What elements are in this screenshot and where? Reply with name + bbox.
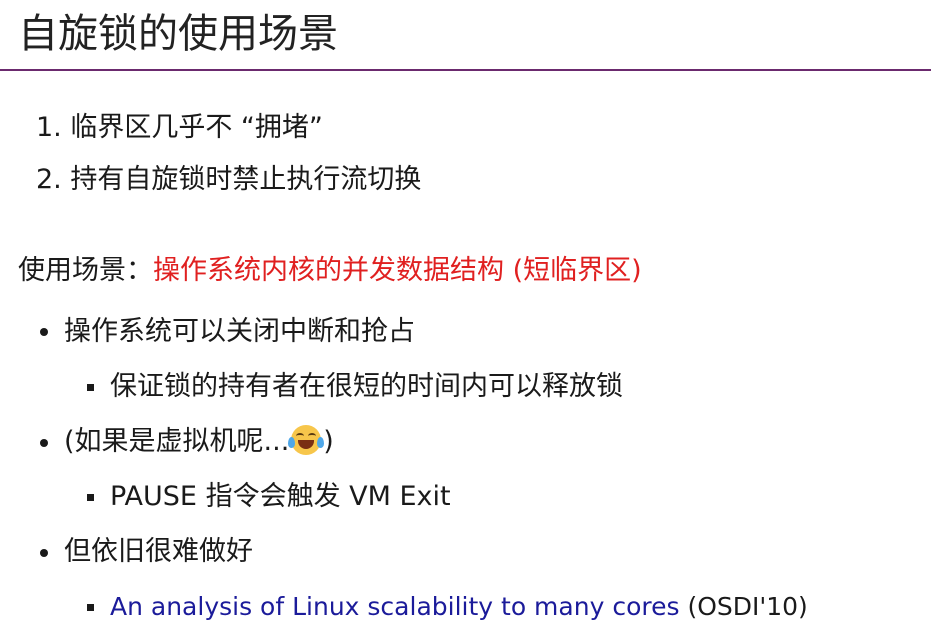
sub-bullet-square <box>87 494 94 501</box>
paper-venue: (OSDI'10) <box>679 592 808 621</box>
title-divider <box>0 69 931 71</box>
bullet-item-2: (如果是虚拟机呢...) <box>64 424 334 460</box>
sub-bullet-item-1: 保证锁的持有者在很短的时间内可以释放锁 <box>110 371 623 402</box>
slide-title: 自旋锁的使用场景 <box>18 11 338 57</box>
paper-link[interactable]: An analysis of Linux scalability to many… <box>110 592 680 621</box>
numbered-item-1: 1. 临界区几乎不 “拥堵” <box>36 112 323 143</box>
bullet-dot <box>40 439 48 447</box>
bullet-item-1: 操作系统可以关闭中断和抢占 <box>64 316 415 347</box>
laughing-tears-emoji-icon <box>288 425 325 455</box>
numbered-item-2: 2. 持有自旋锁时禁止执行流切换 <box>36 164 422 195</box>
bullet-item-2-close: ) <box>323 426 334 457</box>
usage-label: 使用场景： <box>18 255 153 286</box>
bullet-dot <box>40 328 48 336</box>
sub-bullet-square <box>87 604 94 611</box>
sub-bullet-square <box>87 384 94 391</box>
sub-bullet-item-3: An analysis of Linux scalability to many… <box>110 589 808 625</box>
usage-highlight: 操作系统内核的并发数据结构 (短临界区) <box>153 255 642 286</box>
usage-line: 使用场景：操作系统内核的并发数据结构 (短临界区) <box>18 253 642 289</box>
bullet-dot <box>40 549 48 557</box>
sub-bullet-item-2: PAUSE 指令会触发 VM Exit <box>110 481 451 512</box>
bullet-item-2-text: (如果是虚拟机呢... <box>64 426 290 457</box>
bullet-item-3: 但依旧很难做好 <box>64 536 253 567</box>
